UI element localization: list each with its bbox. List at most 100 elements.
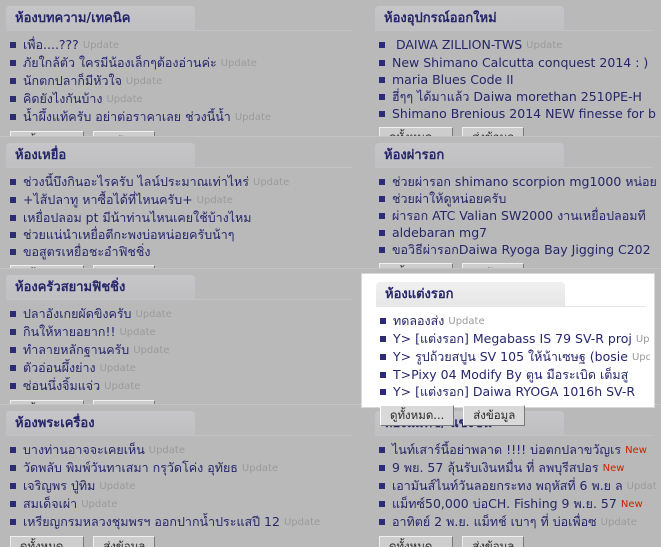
topic-title[interactable]: New Shimano Calcutta conquest 2014 : ) (392, 55, 648, 70)
topic-title[interactable]: aldebaran mg7 (392, 225, 487, 240)
list-item[interactable]: กินให้หายอยาก!! Update (10, 323, 357, 341)
view-all-button[interactable]: ดูทั้งหมด... (379, 127, 454, 136)
view-all-button[interactable]: ดูทั้งหมด... (379, 536, 454, 547)
list-item[interactable]: บางท่านอาจจะเคยเห็น Update (10, 441, 357, 459)
topic-title[interactable]: เจริญพร ปู่ทิม (23, 478, 95, 493)
bullet-icon (10, 197, 16, 203)
topic-title[interactable]: +ไส้ปลาทู หาซื้อได้ที่ไหนครับ+ (23, 192, 193, 207)
topic-title[interactable]: 9 พย. 57 ลุ้นรับเงินหมื่น ที่ ลพบุรีสปอร (392, 460, 599, 475)
topic-title[interactable]: กินให้หายอยาก!! (23, 324, 115, 339)
list-item[interactable]: ช่วยผ่ารอก shimano scorpion mg1000 หน่อย (379, 173, 657, 190)
topic-title[interactable]: คิดยังไงกันบ้าง (23, 91, 102, 106)
list-item[interactable]: เหรียญกรมหลวงชุมพรฯ ออกปากน้ำประแสปี 12 U… (10, 513, 357, 531)
list-item[interactable]: ฮี่ๆๆ ได้มาแล้ว Daiwa morethan 2510PE-H (379, 88, 657, 105)
list-item[interactable]: T>Pixy 04 Modify By ตูน มือระเบิด เต็มสู (380, 366, 650, 383)
list-item[interactable]: aldebaran mg7 (379, 224, 657, 241)
list-item[interactable]: ผ่ารอก ATC Valian SW2000 งานเหยื่อปลอมที (379, 207, 657, 224)
topic-title[interactable]: เพื่อ....??? (23, 37, 79, 52)
topic-title[interactable]: ภัยใกล้ตัว ใครมีน้องเล็กๆต้องอ่านค่ะ (23, 55, 217, 70)
bullet-icon (10, 465, 16, 471)
list-item[interactable]: ช่วยผ่าให้ดูหน่อยครับ (379, 190, 657, 207)
list-item[interactable]: Y> [แต่งรอก] Megabass IS 79 SV-R projUpd… (380, 330, 650, 348)
bullet-icon (10, 501, 16, 507)
topic-title[interactable]: Y> [แต่งรอก] Megabass IS 79 SV-R proj (393, 331, 632, 346)
topic-title[interactable]: เหยื่อปลอม pt มีน้าท่านไหนเคยใช้บ้างไหม (23, 210, 252, 225)
topic-title[interactable]: ช่วยแน่นำเหยื่อตีกะพงบ่อหน่อยครับน้าๆ (23, 227, 234, 242)
list-item[interactable]: ทำลายหลักฐานครับ Update (10, 341, 357, 359)
list-item[interactable]: Shimano Brenious 2014 NEW finesse for br (379, 105, 657, 122)
list-item[interactable]: +ไส้ปลาทู หาซื้อได้ที่ไหนครับ+ Update (10, 191, 357, 209)
topic-title[interactable]: ตัวอ่อนผึ้งย่าง (23, 360, 96, 375)
topic-title[interactable]: ไนท์เสาร์นี้อย่าพลาด !!!! บ่อตกปลาขวัญเร (392, 442, 621, 457)
topic-title[interactable]: ขอสูตรเหยื่อชะอำฟิชชิ่ง (23, 244, 151, 259)
bullet-icon (10, 232, 16, 238)
topic-title[interactable]: บางท่านอาจจะเคยเห็น (23, 442, 145, 457)
topic-title[interactable]: Y> [แต่งรอก] Daiwa RYOGA 1016h SV-R (393, 384, 635, 399)
topic-title[interactable]: ซ่อนนึ่งจิ้มแจ่ว (23, 378, 100, 393)
panel-reel-tuning-highlighted[interactable]: ห้องแต่งรอก ทดลองส่ง Update Y> [แต่งรอก] … (361, 273, 655, 426)
topic-title[interactable]: ช่วยผ่าให้ดูหน่อยครับ (392, 191, 506, 206)
topic-title[interactable]: อาทิตย์ 2 พ.ย. แม็ทช์ เบาๆ ที่ บ่อเพื่อซ (392, 514, 597, 529)
topic-title[interactable]: ทำลายหลักฐานครับ (23, 342, 129, 357)
bullet-icon (10, 60, 16, 66)
topic-title[interactable]: แม็ทซ์50,000 บ่อCH. Fishing 9 พ.ย. 57 (392, 496, 617, 511)
list-item[interactable]: New Shimano Calcutta conquest 2014 : ) (379, 54, 657, 71)
list-item[interactable]: เหยื่อปลอม pt มีน้าท่านไหนเคยใช้บ้างไหม (10, 209, 357, 226)
list-item[interactable]: วัดพลับ พิมพ์วันทาเสมา กรุวัดโค่ง อุทัยธ… (10, 459, 357, 477)
topic-title[interactable]: ขอวิธีผ่ารอกDaiwa Ryoga Bay Jigging C202 (392, 242, 651, 257)
list-item[interactable]: คิดยังไงกันบ้าง Update (10, 90, 357, 108)
bullet-icon (379, 483, 385, 489)
list-item[interactable]: DAIWA ZILLION-TWS Update (379, 36, 657, 54)
list-item[interactable]: เพื่อ....??? Update (10, 36, 357, 54)
list-item[interactable]: ขอวิธีผ่ารอกDaiwa Ryoga Bay Jigging C202 (379, 241, 657, 258)
list-item[interactable]: น้ำผึ้งแท้ครับ อย่าต่อราคาเลย ช่วงนี้น้ำ… (10, 108, 357, 126)
topic-title[interactable]: วัดพลับ พิมพ์วันทาเสมา กรุวัดโค่ง อุทัยธ (23, 460, 238, 475)
topic-title[interactable]: เหรียญกรมหลวงชุมพรฯ ออกปากน้ำประแสปี 12 (23, 514, 280, 529)
topic-title[interactable]: maria Blues Code II (392, 72, 514, 87)
list-item[interactable]: ทดลองส่ง Update (380, 312, 650, 330)
list-item[interactable]: ขอสูตรเหยื่อชะอำฟิชชิ่ง (10, 243, 357, 260)
list-item[interactable]: อาทิตย์ 2 พ.ย. แม็ทช์ เบาๆ ที่ บ่อเพื่อซ… (379, 513, 657, 531)
topic-title[interactable]: Shimano Brenious 2014 NEW finesse for br (392, 106, 657, 121)
bullet-icon (380, 318, 386, 324)
submit-button[interactable]: ส่งข้อมูล (463, 405, 526, 426)
topic-title[interactable]: T>Pixy 04 Modify By ตูน มือระเบิด เต็มสู (393, 367, 628, 382)
topic-title[interactable]: ช่วงนี้บึงกินอะไรครับ ไลน์ประมาณเท่าไหร่ (23, 174, 249, 189)
list-item[interactable]: นักตกปลาก็มีหัวใจ Update (10, 72, 357, 90)
topic-title[interactable]: สมเด็จเผ่า (23, 496, 77, 511)
topic-title[interactable]: ทดลองส่ง (393, 313, 444, 328)
topic-title[interactable]: ฮี่ๆๆ ได้มาแล้ว Daiwa morethan 2510PE-H (392, 89, 642, 104)
topic-title[interactable]: ปลาอังเกยผัดขิงครับ (23, 306, 132, 321)
list-item[interactable]: แม็ทซ์50,000 บ่อCH. Fishing 9 พ.ย. 57 New (379, 495, 657, 513)
list-item[interactable]: Y> [แต่งรอก] Daiwa RYOGA 1016h SV-R (380, 383, 650, 400)
list-item[interactable]: ซ่อนนึ่งจิ้มแจ่ว Update (10, 377, 357, 395)
list-item[interactable]: ไนท์เสาร์นี้อย่าพลาด !!!! บ่อตกปลาขวัญเร… (379, 441, 657, 459)
topic-title[interactable]: ผ่ารอก ATC Valian SW2000 งานเหยื่อปลอมที (392, 208, 646, 223)
view-all-button[interactable]: ดูทั้งหมด... (10, 536, 85, 547)
list-item[interactable]: ปลาอังเกยผัดขิงครับ Update (10, 305, 357, 323)
view-all-button[interactable]: ดูทั้งหมด... (380, 405, 455, 426)
topic-title[interactable]: ช่วยผ่ารอก shimano scorpion mg1000 หน่อย (392, 174, 657, 189)
submit-button[interactable]: ส่งข้อมูล (462, 536, 525, 547)
list-item[interactable]: ช่วยแน่นำเหยื่อตีกะพงบ่อหน่อยครับน้าๆ (10, 226, 357, 243)
submit-button[interactable]: ส่งข้อมูล (93, 536, 156, 547)
topic-title[interactable]: นักตกปลาก็มีหัวใจ (23, 73, 122, 88)
list-item[interactable]: เจริญพร ปู่ทิม Update (10, 477, 357, 495)
list-item[interactable]: 9 พย. 57 ลุ้นรับเงินหมื่น ที่ ลพบุรีสปอร… (379, 459, 657, 477)
topic-title[interactable]: เอามันส์ไนท์วันลอยกระทง พฤหัสที่ 6 พ.ย ล (392, 478, 623, 493)
submit-button[interactable]: ส่งข้อมูล (462, 127, 525, 136)
list-item[interactable]: ตัวอ่อนผึ้งย่าง Update (10, 359, 357, 377)
list-item[interactable]: ภัยใกล้ตัว ใครมีน้องเล็กๆต้องอ่านค่ะ Upda… (10, 54, 357, 72)
list-item[interactable]: maria Blues Code II (379, 71, 657, 88)
list-item[interactable]: Y> รูปถ้วยสปูน SV 105 ให้น้าเซษฐ (bosie U… (380, 348, 650, 366)
bullet-icon (379, 213, 385, 219)
topic-title[interactable]: Y> รูปถ้วยสปูน SV 105 ให้น้าเซษฐ (bosie (393, 349, 628, 364)
list-item[interactable]: สมเด็จเผ่า Update (10, 495, 357, 513)
topic-title[interactable]: DAIWA ZILLION-TWS (392, 37, 522, 52)
topic-title[interactable]: น้ำผึ้งแท้ครับ อย่าต่อราคาเลย ช่วงนี้น้ำ (23, 109, 231, 124)
list-item[interactable]: ช่วงนี้บึงกินอะไรครับ ไลน์ประมาณเท่าไหร่… (10, 173, 357, 191)
list-item[interactable]: เอามันส์ไนท์วันลอยกระทง พฤหัสที่ 6 พ.ย ล… (379, 477, 657, 495)
panel-bait-room: ห้องเหยื่อ ช่วงนี้บึงกินอะไรครับ ไลน์ประ… (0, 136, 361, 268)
bullet-icon (10, 365, 16, 371)
bullet-icon (379, 42, 385, 48)
